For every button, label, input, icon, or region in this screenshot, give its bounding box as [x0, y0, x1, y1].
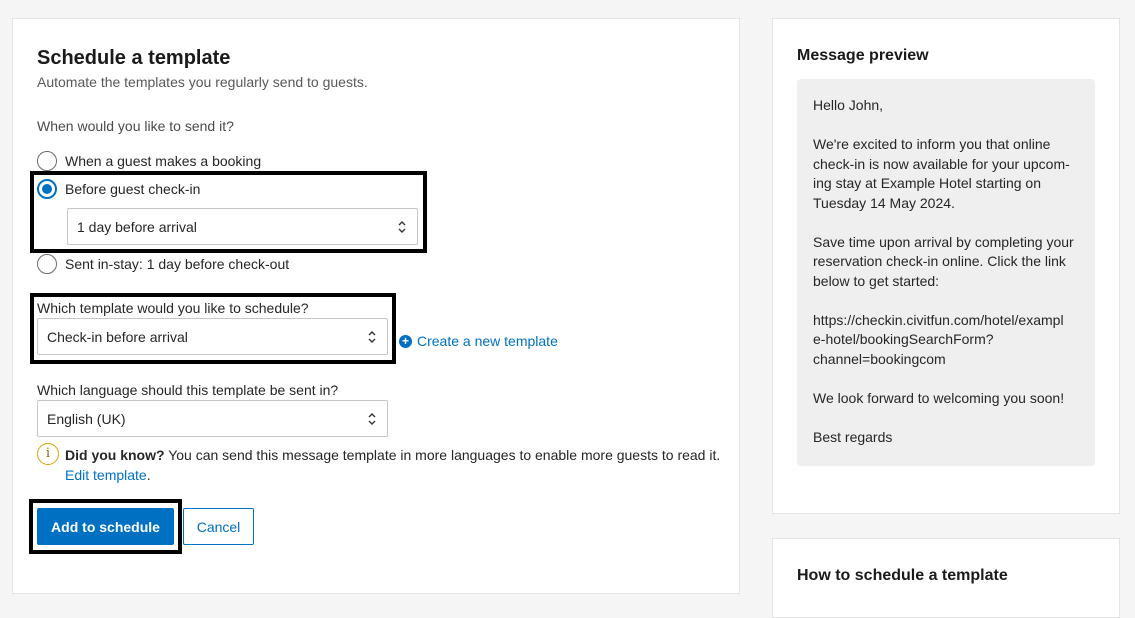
page-subtitle: Automate the templates you regularly sen…: [37, 74, 368, 90]
create-template-link[interactable]: + Create a new template: [399, 333, 558, 349]
preview-greeting: Hello John,: [813, 97, 884, 113]
howto-panel: How to schedule a template: [772, 538, 1120, 618]
highlight-box-add: [29, 499, 182, 554]
howto-title: How to schedule a template: [797, 567, 1008, 584]
language-select[interactable]: English (UK): [37, 400, 388, 437]
tip-text: Did you know? You can send this message …: [65, 445, 725, 485]
radio-label: Sent in-stay: 1 day before check-out: [65, 256, 290, 272]
tip-body: You can send this message template in mo…: [164, 447, 721, 463]
info-icon: i: [37, 443, 59, 465]
preview-line: Tuesday 14 May 2024.: [813, 194, 955, 211]
preview-title: Message preview: [797, 47, 929, 64]
preview-paragraph-1: We're excited to inform you that online …: [813, 135, 1079, 213]
cancel-button[interactable]: Cancel: [183, 508, 254, 545]
preview-line: reservation check-in online. Click the l…: [813, 253, 1066, 269]
preview-message: Hello John, We're excited to inform you …: [797, 79, 1095, 466]
chevron-up-down-icon: [368, 413, 376, 425]
preview-paragraph-2: Save time upon arrival by completing you…: [813, 233, 1079, 292]
radio-circle[interactable]: [37, 151, 57, 171]
message-preview-panel: Message preview Hello John, We're excite…: [772, 18, 1120, 514]
edit-template-link[interactable]: Edit template: [65, 467, 147, 483]
preview-line: channel=bookingcom: [813, 350, 946, 367]
radio-circle[interactable]: [37, 254, 57, 274]
preview-line: below to get started:: [813, 272, 940, 289]
highlight-box-timing: [30, 171, 427, 253]
highlight-box-template: [30, 293, 396, 364]
language-select-value: English (UK): [47, 410, 126, 427]
schedule-form-panel: Schedule a template Automate the templat…: [12, 18, 740, 594]
preview-line: https://checkin.civitfun.com/hotel/examp…: [813, 311, 1064, 328]
preview-line: check-in is now available for your upcom…: [813, 155, 1070, 172]
preview-line: Save time upon arrival by completing you…: [813, 233, 1074, 250]
tip-bold: Did you know?: [65, 447, 165, 463]
plus-circle-icon: +: [399, 334, 412, 348]
page-title: Schedule a template: [37, 47, 231, 69]
preview-line: We're excited to inform you that online: [813, 136, 1051, 152]
radio-on-booking[interactable]: When a guest makes a booking: [37, 151, 261, 171]
preview-url: https://checkin.civitfun.com/hotel/examp…: [813, 311, 1079, 370]
preview-line: e-hotel/bookingSearchForm?: [813, 331, 994, 347]
language-question: Which language should this template be s…: [37, 382, 339, 398]
radio-label: When a guest makes a booking: [65, 153, 262, 169]
preview-closing: We look forward to welcoming you soon!: [813, 389, 1065, 406]
when-question: When would you like to send it?: [37, 118, 234, 134]
preview-signoff: Best regards: [813, 428, 893, 445]
radio-in-stay[interactable]: Sent in-stay: 1 day before check-out: [37, 254, 289, 274]
tip-end: .: [146, 467, 151, 483]
preview-line: ing stay at Example Hotel starting on: [813, 175, 1042, 191]
create-template-label: Create a new template: [417, 333, 558, 349]
